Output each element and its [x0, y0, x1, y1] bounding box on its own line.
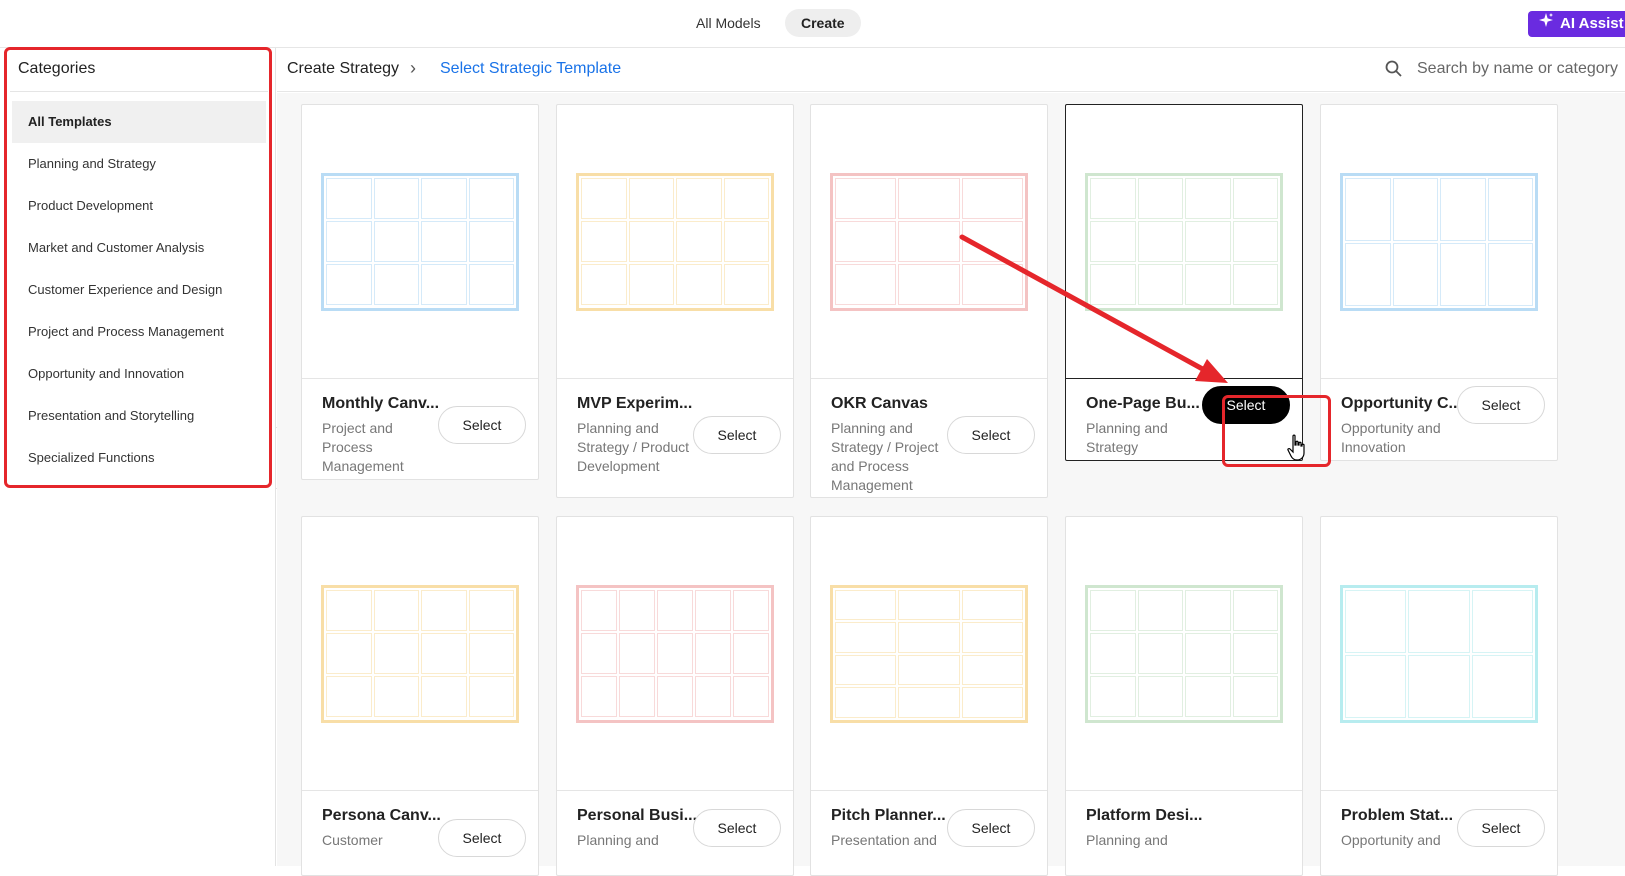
template-category: Presentation and [831, 832, 937, 848]
template-title: Problem Stat... [1341, 807, 1454, 824]
template-card[interactable]: Problem Stat... Opportunity and Select [1320, 516, 1558, 876]
sidebar-item-planning-strategy[interactable]: Planning and Strategy [12, 143, 266, 185]
chevron-right-icon: › [410, 58, 416, 78]
select-button[interactable]: Select [947, 809, 1035, 847]
template-thumbnail [1066, 517, 1302, 791]
template-card[interactable]: Persona Canv... Customer Select [301, 516, 539, 876]
template-category: Customer [322, 832, 383, 848]
sparkle-icon [1538, 11, 1554, 37]
select-button[interactable]: Select [438, 406, 526, 444]
tab-create[interactable]: Create [785, 9, 861, 37]
template-category: Opportunity and Innovation [1341, 420, 1441, 455]
template-thumbnail [557, 517, 793, 791]
select-button[interactable]: Select [438, 819, 526, 857]
template-category: Planning and [577, 832, 659, 848]
template-title: OKR Canvas [831, 395, 928, 412]
template-card-selected[interactable]: One-Page Bu... Planning and Strategy Sel… [1065, 104, 1303, 461]
template-category: Planning and Strategy / Project and Proc… [831, 420, 939, 493]
select-button[interactable]: Select [1457, 809, 1545, 847]
template-title: One-Page Bu... [1086, 395, 1200, 412]
select-button[interactable]: Select [1457, 386, 1545, 424]
template-thumbnail [557, 105, 793, 379]
breadcrumb-create-strategy[interactable]: Create Strategy [287, 60, 399, 78]
template-card[interactable]: Platform Desi... Planning and [1065, 516, 1303, 876]
select-button[interactable]: Select [693, 809, 781, 847]
template-title: MVP Experim... [577, 395, 693, 412]
template-category: Project and Process Management [322, 420, 404, 474]
template-thumbnail [811, 517, 1047, 791]
sidebar-item-product-development[interactable]: Product Development [12, 185, 266, 227]
template-thumbnail [302, 517, 538, 791]
sidebar-item-opportunity-innovation[interactable]: Opportunity and Innovation [12, 353, 266, 395]
template-card[interactable]: Monthly Canv... Project and Process Mana… [301, 104, 539, 480]
template-title: Opportunity C... [1341, 395, 1462, 412]
sidebar-item-project-process[interactable]: Project and Process Management [12, 311, 266, 353]
search-icon [1385, 60, 1402, 77]
template-thumbnail [811, 105, 1047, 379]
template-title: Platform Desi... [1086, 807, 1203, 824]
hand-cursor-icon [1287, 434, 1305, 461]
template-title: Persona Canv... [322, 807, 441, 824]
template-thumbnail [302, 105, 538, 379]
sidebar-item-specialized-functions[interactable]: Specialized Functions [12, 437, 266, 479]
sidebar-item-market-customer-analysis[interactable]: Market and Customer Analysis [12, 227, 266, 269]
template-category: Planning and Strategy / Product Developm… [577, 420, 690, 474]
categories-sidebar: Categories All Templates Planning and St… [0, 48, 276, 866]
template-card[interactable]: Opportunity C... Opportunity and Innovat… [1320, 104, 1558, 461]
template-thumbnail [1321, 517, 1557, 791]
template-card[interactable]: OKR Canvas Planning and Strategy / Proje… [810, 104, 1048, 498]
breadcrumb-select-template: Select Strategic Template [440, 60, 622, 77]
search-input[interactable]: Search by name or category [1417, 60, 1618, 78]
template-title: Personal Busi... [577, 807, 698, 824]
sidebar-item-customer-experience[interactable]: Customer Experience and Design [12, 269, 266, 311]
template-title: Pitch Planner... [831, 807, 946, 824]
template-category: Planning and Strategy [1086, 420, 1168, 455]
tab-all-models[interactable]: All Models [680, 9, 777, 37]
sidebar-item-all-templates[interactable]: All Templates [12, 101, 266, 143]
template-category: Planning and [1086, 832, 1168, 848]
top-bar: All Models Create AI Assist [0, 0, 1625, 48]
template-card[interactable]: Personal Busi... Planning and Select [556, 516, 794, 876]
template-title: Monthly Canv... [322, 395, 440, 412]
ai-assist-label: AI Assist [1560, 15, 1624, 32]
divider [10, 91, 268, 92]
template-category: Opportunity and [1341, 832, 1441, 848]
template-card[interactable]: Pitch Planner... Presentation and Select [810, 516, 1048, 876]
template-card[interactable]: MVP Experim... Planning and Strategy / P… [556, 104, 794, 498]
select-button[interactable]: Select [947, 416, 1035, 454]
ai-assist-button[interactable]: AI Assist [1528, 11, 1625, 37]
template-thumbnail [1321, 105, 1557, 379]
template-grid: Monthly Canv... Project and Process Mana… [277, 93, 1625, 876]
breadcrumb-bar: Create Strategy › Select Strategic Templ… [277, 48, 1625, 92]
template-thumbnail [1066, 105, 1302, 379]
select-button[interactable]: Select [693, 416, 781, 454]
categories-title: Categories [18, 60, 96, 77]
sidebar-item-presentation-storytelling[interactable]: Presentation and Storytelling [12, 395, 266, 437]
select-button[interactable]: Select [1202, 386, 1290, 424]
